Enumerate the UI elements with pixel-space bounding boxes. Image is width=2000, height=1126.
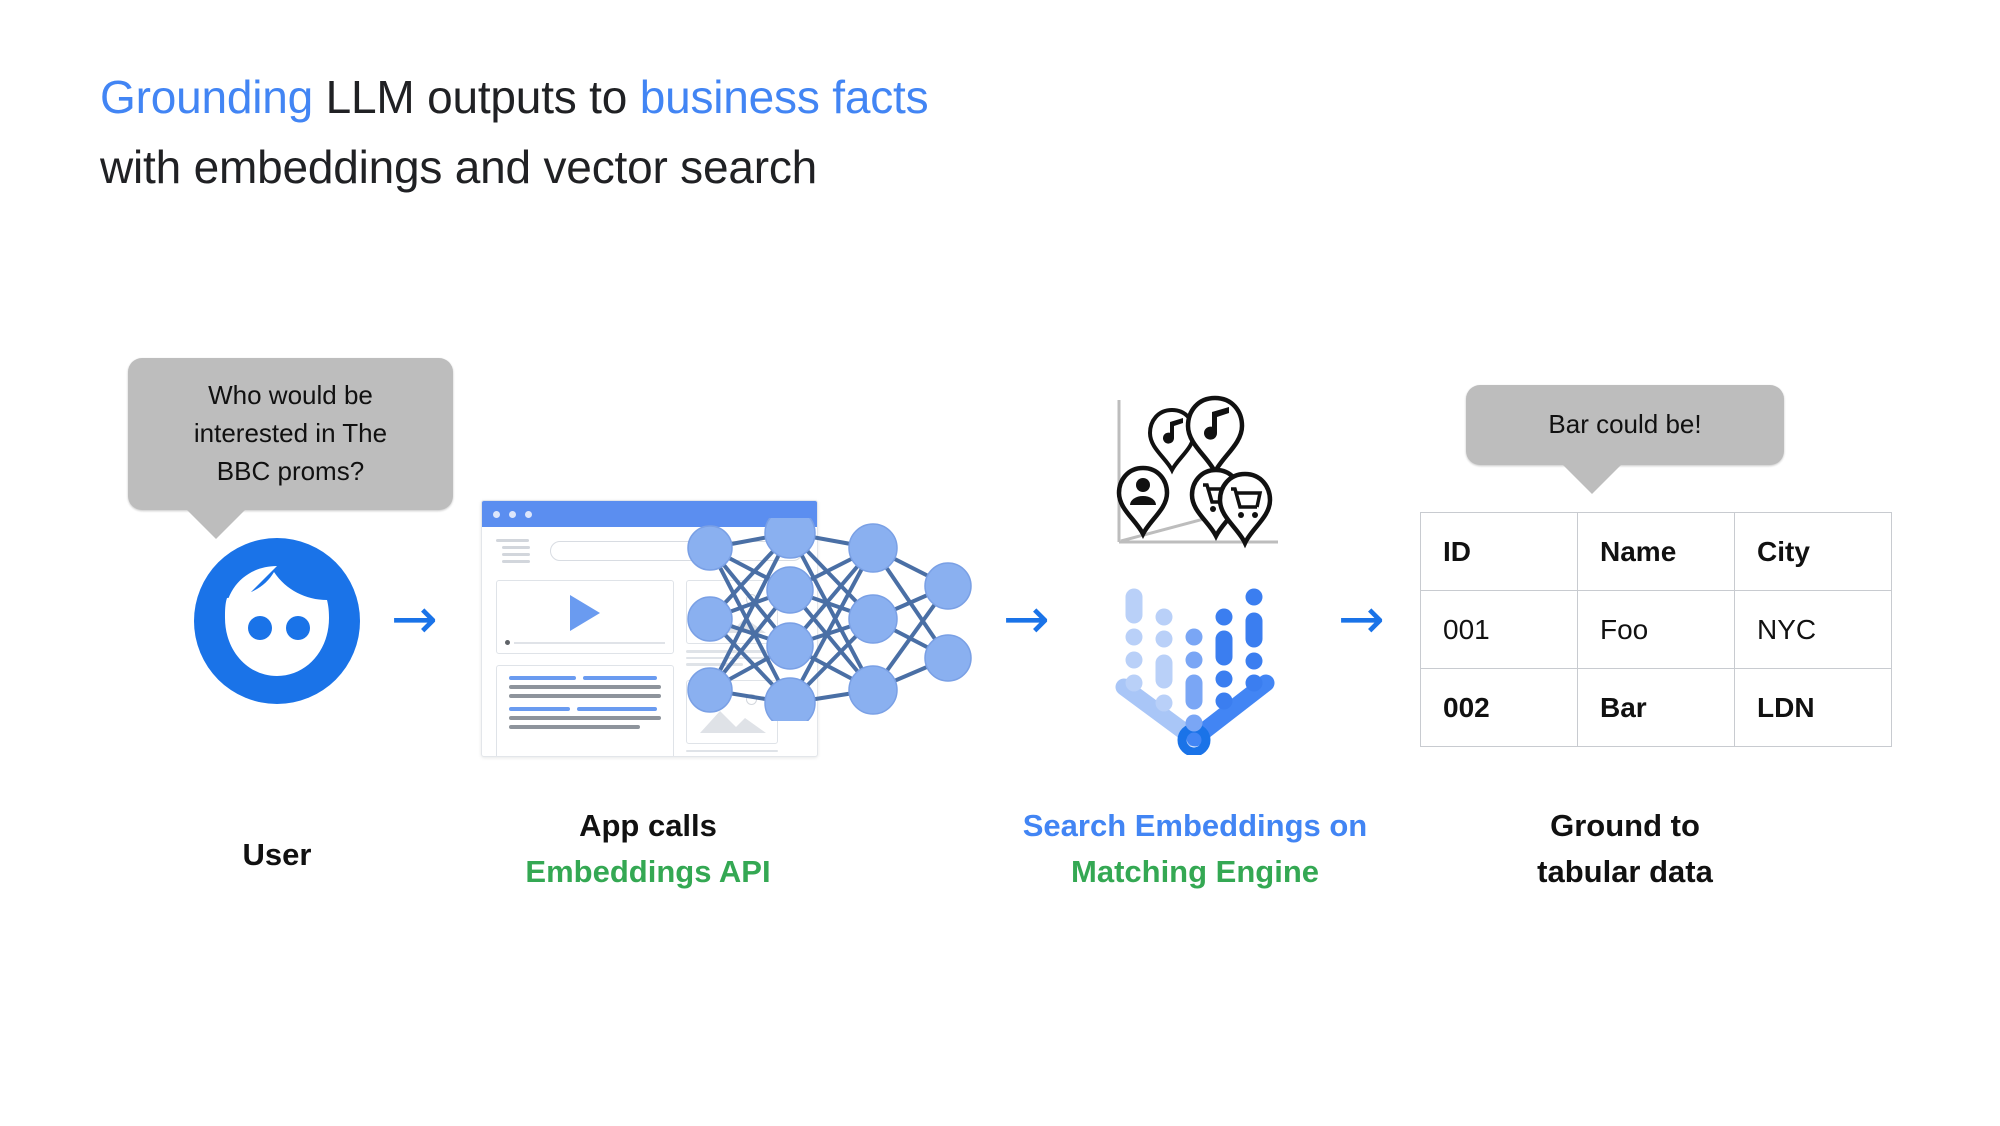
table-cell-id: 001 bbox=[1420, 590, 1578, 669]
caption-user: User bbox=[157, 832, 397, 878]
table-header-id: ID bbox=[1420, 512, 1578, 591]
play-icon[interactable] bbox=[570, 594, 600, 631]
table-header-city: City bbox=[1734, 512, 1892, 591]
music-note-pin bbox=[1185, 395, 1245, 478]
caption-search-line2: Matching Engine bbox=[1071, 854, 1319, 889]
bubble-tail bbox=[186, 509, 246, 539]
bubble-tail bbox=[1562, 464, 1622, 494]
table-header-name: Name bbox=[1577, 512, 1735, 591]
table-cell-name: Bar bbox=[1577, 668, 1735, 747]
caption-ground-line1: Ground to bbox=[1550, 808, 1700, 843]
shopping-cart-pin bbox=[1217, 471, 1273, 549]
arrow-search-to-ground: → bbox=[1338, 587, 1385, 652]
caption-search-line1: Search Embeddings on bbox=[1022, 808, 1368, 843]
arrow-app-to-search: → bbox=[1003, 587, 1050, 652]
caption-user-line1: User bbox=[242, 837, 312, 872]
browser-dot bbox=[509, 510, 516, 518]
browser-dot bbox=[493, 510, 500, 518]
image-caption-lines bbox=[686, 749, 778, 757]
user-question-text: Who would be interested in The BBC proms… bbox=[193, 380, 388, 486]
title-plain-middle: LLM outputs to bbox=[313, 71, 640, 123]
progress-knob[interactable] bbox=[505, 640, 510, 645]
page-title: Grounding LLM outputs to business facts … bbox=[100, 62, 1500, 202]
progress-track[interactable] bbox=[514, 641, 665, 644]
caption-ground: Ground to tabular data bbox=[1450, 803, 1800, 895]
user-avatar-icon bbox=[194, 538, 360, 704]
vector-funnel-icon bbox=[1115, 588, 1275, 755]
table-cell-city: NYC bbox=[1734, 590, 1892, 669]
person-pin bbox=[1116, 465, 1170, 540]
caption-search: Search Embeddings on Matching Engine bbox=[960, 803, 1430, 895]
title-accent-business-facts: business facts bbox=[639, 71, 929, 123]
vector-search-scatter-icon bbox=[1116, 395, 1278, 549]
result-answer-bubble: Bar could be! bbox=[1466, 385, 1784, 494]
data-table-icon: ID Name City 001 Foo NYC 002 Bar LDN bbox=[1420, 512, 1892, 747]
arrow-user-to-app: → bbox=[391, 587, 438, 652]
title-line-2: with embeddings and vector search bbox=[100, 141, 818, 193]
user-question-bubble: Who would be interested in The BBC proms… bbox=[128, 358, 453, 539]
table-header-row: ID Name City bbox=[1420, 512, 1892, 591]
neural-network-icon bbox=[687, 518, 972, 721]
video-progress-bar[interactable] bbox=[505, 640, 665, 645]
table-cell-name: Foo bbox=[1577, 590, 1735, 669]
text-card[interactable] bbox=[496, 665, 674, 756]
table-cell-id: 002 bbox=[1420, 668, 1578, 747]
title-line-1: Grounding LLM outputs to business facts bbox=[100, 62, 1500, 132]
list-menu-icon bbox=[496, 539, 532, 563]
video-card[interactable] bbox=[496, 580, 674, 654]
caption-ground-line2: tabular data bbox=[1537, 854, 1713, 889]
browser-dot bbox=[525, 510, 532, 518]
table-row: 001 Foo NYC bbox=[1420, 590, 1892, 669]
title-accent-grounding: Grounding bbox=[100, 71, 314, 123]
caption-app-line2: Embeddings API bbox=[525, 854, 771, 889]
browser-cards-left-column bbox=[496, 580, 674, 756]
table-cell-city: LDN bbox=[1734, 668, 1892, 747]
caption-app-line1: App calls bbox=[579, 808, 717, 843]
caption-app: App calls Embeddings API bbox=[468, 803, 828, 895]
result-answer-text: Bar could be! bbox=[1548, 409, 1702, 439]
table-row: 002 Bar LDN bbox=[1420, 668, 1892, 747]
